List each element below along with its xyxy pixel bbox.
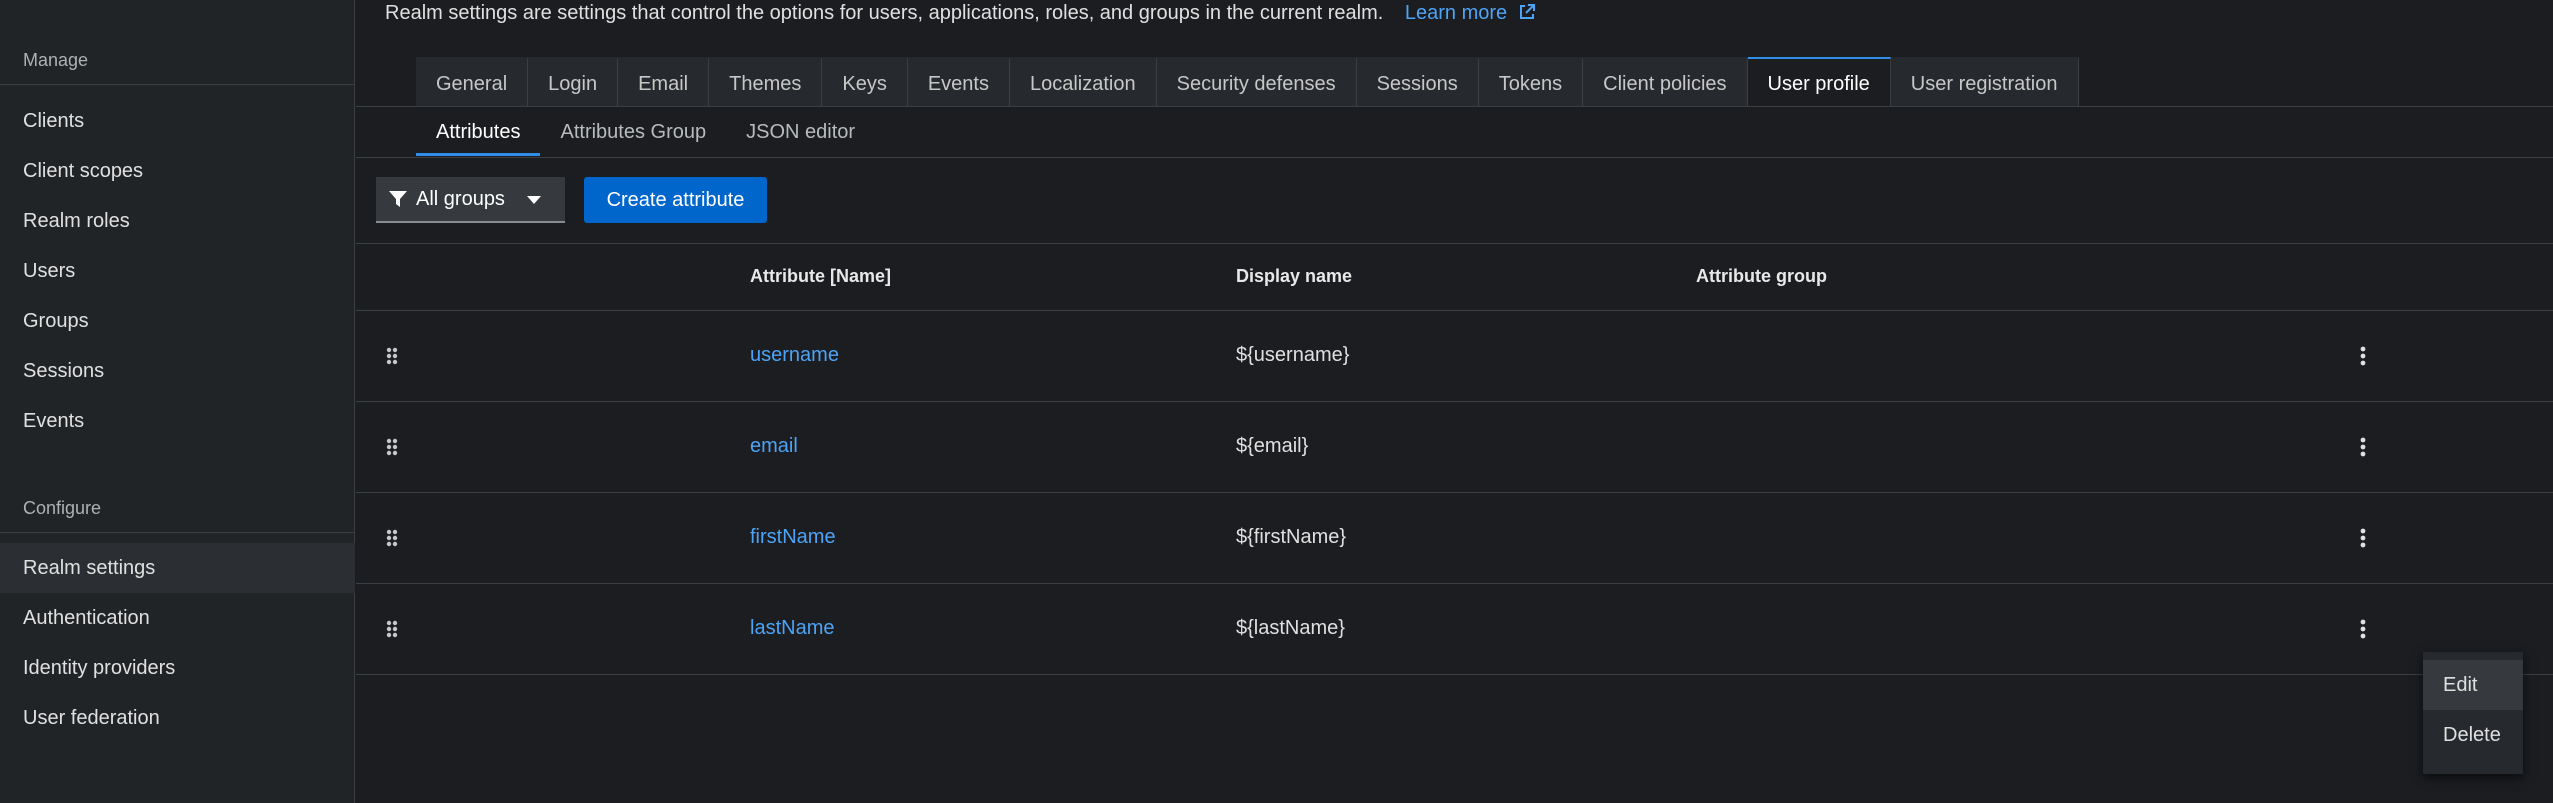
caret-down-icon bbox=[527, 196, 541, 204]
group-filter-label: All groups bbox=[416, 187, 505, 210]
attribute-name-link[interactable]: firstName bbox=[750, 526, 836, 549]
drag-handle-icon[interactable] bbox=[386, 347, 398, 365]
learn-more-link[interactable]: Learn more bbox=[1405, 2, 1537, 24]
kebab-menu-icon[interactable] bbox=[2353, 614, 2373, 644]
drag-handle-icon[interactable] bbox=[386, 438, 398, 456]
column-header-attribute-group[interactable]: Attribute group bbox=[1696, 266, 1827, 287]
sidebar-item-clients[interactable]: Clients bbox=[0, 96, 355, 146]
tab-user-registration[interactable]: User registration bbox=[1890, 57, 2079, 107]
toolbar-divider bbox=[356, 243, 2553, 244]
nav-divider bbox=[0, 532, 355, 533]
tabs-divider bbox=[356, 106, 2553, 107]
sidebar-item-groups[interactable]: Groups bbox=[0, 296, 355, 346]
kebab-menu-icon[interactable] bbox=[2353, 523, 2373, 553]
menu-item-edit[interactable]: Edit bbox=[2423, 660, 2523, 710]
realm-settings-tabs: General Login Email Themes Keys Events Localiz… bbox=[416, 57, 2079, 107]
sidebar-item-identity-providers[interactable]: Identity providers bbox=[0, 643, 355, 693]
subtab-attributes[interactable]: Attributes bbox=[416, 108, 541, 156]
attribute-name-link[interactable]: lastName bbox=[750, 617, 834, 640]
sidebar-item-client-scopes[interactable]: Client scopes bbox=[0, 146, 355, 196]
sidebar-item-events[interactable]: Events bbox=[0, 396, 355, 446]
column-header-display-name[interactable]: Display name bbox=[1236, 266, 1352, 287]
nav-section-manage: Manage bbox=[23, 50, 89, 70]
table-row: email ${email} bbox=[356, 402, 2553, 493]
tab-events[interactable]: Events bbox=[907, 57, 1010, 107]
group-filter-select[interactable]: All groups bbox=[376, 177, 565, 223]
drag-handle-icon[interactable] bbox=[386, 620, 398, 638]
sidebar-item-realm-roles[interactable]: Realm roles bbox=[0, 196, 355, 246]
attribute-name-link[interactable]: email bbox=[750, 435, 798, 458]
table-row: firstName ${firstName} bbox=[356, 493, 2553, 584]
external-link-icon bbox=[1519, 4, 1535, 19]
attribute-display-name: ${lastName} bbox=[1236, 617, 1345, 639]
drag-handle-icon[interactable] bbox=[386, 529, 398, 547]
tab-security-defenses[interactable]: Security defenses bbox=[1156, 57, 1357, 107]
table-row: lastName ${lastName} bbox=[356, 584, 2553, 675]
sidebar: Manage Clients Client scopes Realm roles… bbox=[0, 0, 355, 803]
main-content: Realm settings are settings that control… bbox=[356, 0, 2553, 803]
table-row: username ${username} bbox=[356, 311, 2553, 402]
tab-login[interactable]: Login bbox=[528, 57, 619, 107]
nav-section-configure: Configure bbox=[23, 498, 102, 518]
attribute-display-name: ${email} bbox=[1236, 435, 1309, 457]
sidebar-item-realm-settings[interactable]: Realm settings bbox=[0, 543, 355, 593]
tab-themes[interactable]: Themes bbox=[709, 57, 823, 107]
tab-sessions[interactable]: Sessions bbox=[1356, 57, 1479, 107]
sidebar-item-users[interactable]: Users bbox=[0, 246, 355, 296]
tab-localization[interactable]: Localization bbox=[1009, 57, 1157, 107]
attribute-display-name: ${firstName} bbox=[1236, 526, 1347, 548]
tab-user-profile[interactable]: User profile bbox=[1747, 57, 1891, 107]
description-text: Realm settings are settings that control… bbox=[385, 2, 1384, 24]
tab-keys[interactable]: Keys bbox=[822, 57, 908, 107]
user-profile-subtabs: Attributes Attributes Group JSON editor bbox=[416, 108, 875, 156]
subtabs-divider bbox=[356, 157, 2553, 158]
nav-divider bbox=[0, 84, 355, 85]
tab-email[interactable]: Email bbox=[618, 57, 710, 107]
tab-general[interactable]: General bbox=[416, 57, 529, 107]
create-attribute-button[interactable]: Create attribute bbox=[584, 177, 767, 223]
kebab-menu-icon[interactable] bbox=[2353, 432, 2373, 462]
menu-item-delete[interactable]: Delete bbox=[2423, 710, 2523, 760]
learn-more-label[interactable]: Learn more bbox=[1405, 2, 1507, 24]
sidebar-item-sessions[interactable]: Sessions bbox=[0, 346, 355, 396]
attribute-display-name: ${username} bbox=[1236, 344, 1350, 366]
sidebar-item-authentication[interactable]: Authentication bbox=[0, 593, 355, 643]
tab-client-policies[interactable]: Client policies bbox=[1583, 57, 1748, 107]
kebab-menu-icon[interactable] bbox=[2353, 341, 2373, 371]
page-description: Realm settings are settings that control… bbox=[385, 0, 1537, 26]
tab-tokens[interactable]: Tokens bbox=[1478, 57, 1584, 107]
column-header-attribute-name[interactable]: Attribute [Name] bbox=[750, 266, 891, 287]
filter-icon bbox=[389, 191, 407, 207]
row-actions-menu: Edit Delete bbox=[2423, 652, 2523, 774]
subtab-json-editor[interactable]: JSON editor bbox=[726, 108, 875, 156]
subtab-attributes-group[interactable]: Attributes Group bbox=[540, 108, 726, 156]
attribute-name-link[interactable]: username bbox=[750, 344, 839, 367]
sidebar-item-user-federation[interactable]: User federation bbox=[0, 693, 355, 743]
